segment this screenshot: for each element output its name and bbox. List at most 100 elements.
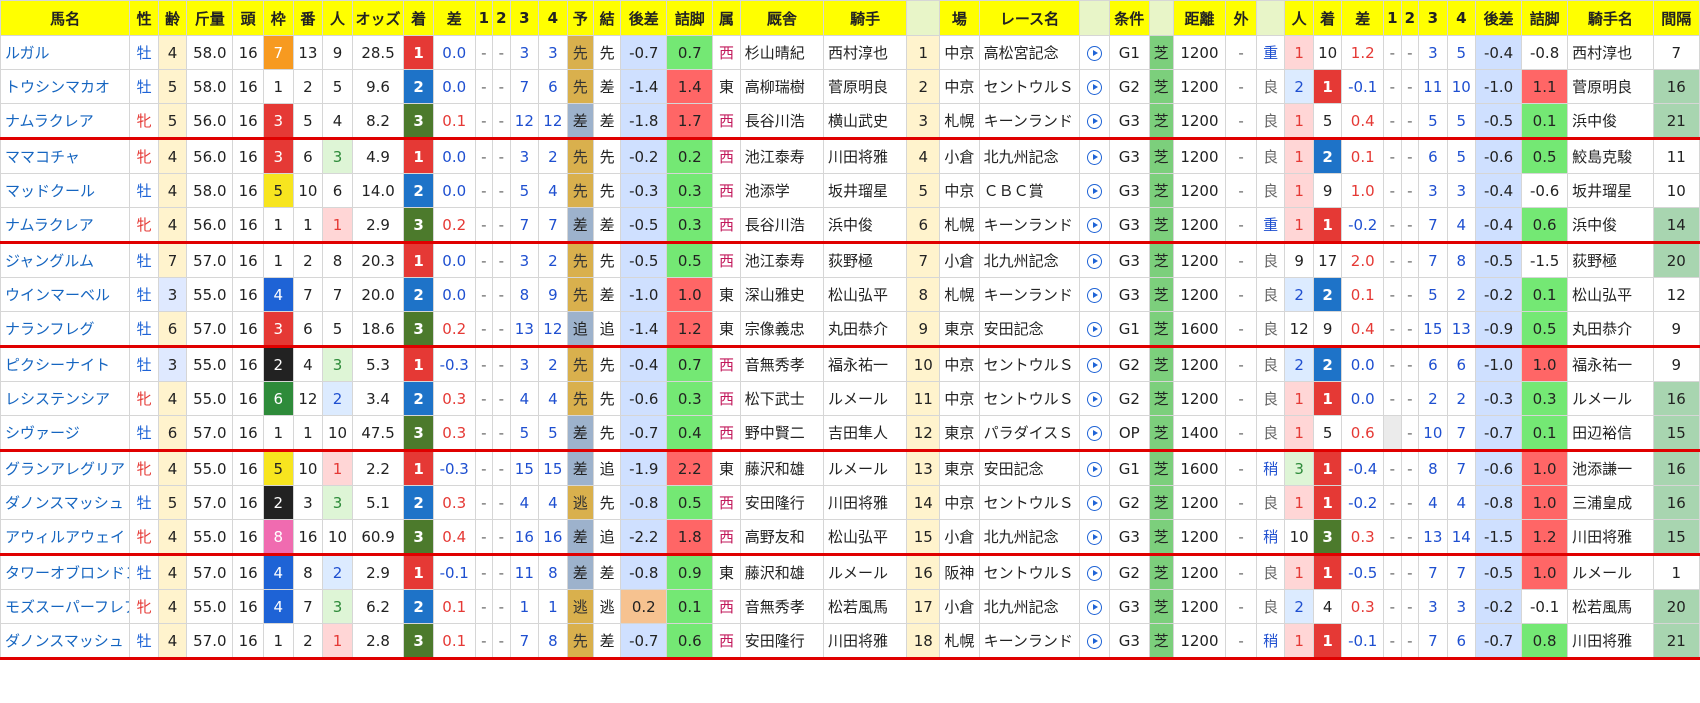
table-row[interactable]: シヴァージ牡 6 57.0 16 1 1 10 47.5 3 0.3- -5 5 差先 -0.7 0.4 西野… — [0, 415, 1700, 452]
col-header-jockey[interactable]: 騎手 — [823, 0, 908, 36]
table-row[interactable]: ナランフレグ牡 6 57.0 16 3 6 5 18.6 3 0.2- -13 12 追追 -1.4 1.2… — [0, 311, 1700, 348]
table-row[interactable]: ダノンスマッシュ牡 4 57.0 16 1 2 1 2.8 3 0.1- -7 8 先差 -0.7 0.6 西… — [0, 623, 1700, 660]
col-header-prev-diff[interactable]: 差 — [1341, 0, 1385, 36]
col-header-number[interactable]: 番 — [292, 0, 324, 36]
video-play-icon[interactable] — [1079, 138, 1111, 174]
video-play-icon[interactable] — [1079, 519, 1111, 556]
col-header-weight[interactable]: 斤量 — [186, 0, 234, 36]
video-play-icon[interactable] — [1079, 277, 1111, 312]
col-header-outside[interactable]: 外 — [1225, 0, 1257, 36]
horse-name-link[interactable]: ジャングルム — [0, 242, 131, 278]
horse-name-link[interactable]: モズスーパーフレア — [0, 589, 131, 624]
table-row[interactable]: ウインマーベル牡 3 55.0 16 4 7 7 20.0 2 0.0- -8 9 先差 -1.0 1.0 東… — [0, 277, 1700, 312]
col-header-c2[interactable]: 2 — [492, 0, 511, 36]
col-header-name[interactable]: 馬名 — [0, 0, 131, 36]
video-play-icon[interactable] — [1079, 103, 1111, 140]
col-header-prev-back-diff[interactable]: 後差 — [1475, 0, 1523, 36]
table-row[interactable]: アウィルアウェイ牝 4 55.0 16 8 16 10 60.9 3 0.4- -16 16 差追 -2.… — [0, 519, 1700, 556]
col-header-heads[interactable]: 頭 — [232, 0, 265, 36]
col-header-c1[interactable]: 1 — [474, 0, 494, 36]
table-row[interactable]: ルガル牡 4 58.0 16 7 13 9 28.5 1 0.0- -3 3 先先 -0.7 0.7 西杉山晴… — [0, 35, 1700, 70]
horse-name-link[interactable]: ナムラクレア — [0, 103, 131, 140]
table-row[interactable]: ナムラクレア牝 4 56.0 16 1 1 1 2.9 3 0.2- -7 7 差差 -0.5 0.3 西長谷… — [0, 207, 1700, 244]
col-header-c3[interactable]: 3 — [509, 0, 540, 36]
video-play-icon[interactable] — [1079, 623, 1111, 660]
col-header-prev-c4[interactable]: 4 — [1446, 0, 1477, 36]
table-row[interactable]: トウシンマカオ牡 5 58.0 16 1 2 5 9.6 2 0.0- -7 6 先差 -1.4 1.4 東高… — [0, 69, 1700, 104]
col-header-popularity[interactable]: 人 — [322, 0, 353, 36]
col-header-condition[interactable]: 条件 — [1109, 0, 1150, 36]
table-row[interactable]: ジャングルム牡 7 57.0 16 1 2 8 20.3 1 0.0- -3 2 先先 -0.5 0.5 西池… — [0, 242, 1700, 278]
table-row[interactable]: グランアレグリア牝 4 55.0 16 5 10 1 2.2 1 -0.3- -15 15 差追 -1.9… — [0, 450, 1700, 486]
horse-name-link[interactable]: アウィルアウェイ — [0, 519, 131, 556]
video-play-icon[interactable] — [1079, 311, 1111, 348]
horse-name-link[interactable]: マッドクール — [0, 173, 131, 208]
col-header-distance[interactable]: 距離 — [1172, 0, 1227, 36]
horse-name-link[interactable]: ナムラクレア — [0, 207, 131, 244]
video-play-icon[interactable] — [1079, 415, 1111, 452]
horse-name-link[interactable]: トウシンマカオ — [0, 69, 131, 104]
race-name-cell[interactable]: キーンランド — [978, 277, 1081, 312]
col-header-prev-c2[interactable]: 2 — [1400, 0, 1420, 36]
col-header-age[interactable]: 齢 — [157, 0, 188, 36]
video-play-icon[interactable] — [1079, 346, 1111, 382]
table-row[interactable]: ママコチャ牝 4 56.0 16 3 6 3 4.9 1 0.0- -3 2 先先 -0.2 0.2 西池江泰… — [0, 138, 1700, 174]
col-header-prev-jockey[interactable]: 騎手名 — [1567, 0, 1654, 36]
col-header-race-name[interactable]: レース名 — [978, 0, 1081, 36]
col-header-prev-popularity[interactable]: 人 — [1284, 0, 1314, 36]
race-name-cell[interactable]: ＣＢＣ賞 — [978, 173, 1081, 208]
race-name-cell[interactable]: セントウルＳ — [978, 554, 1081, 590]
col-header-diff[interactable]: 差 — [432, 0, 476, 36]
race-name-cell[interactable]: セントウルＳ — [978, 346, 1081, 382]
race-name-cell[interactable]: 北九州記念 — [978, 138, 1081, 174]
horse-name-link[interactable]: ママコチャ — [0, 138, 131, 174]
horse-name-link[interactable]: レシステンシア — [0, 381, 131, 416]
horse-name-link[interactable]: タワーオブロンドン — [0, 554, 131, 590]
horse-name-link[interactable]: ダノンスマッシュ — [0, 485, 131, 520]
video-play-icon[interactable] — [1079, 485, 1111, 520]
col-header-prev-position[interactable]: 着 — [1312, 0, 1343, 36]
table-row[interactable]: タワーオブロンドン牡 4 57.0 16 4 8 2 2.9 1 -0.1- -11 8 差差 -0.8 0… — [0, 554, 1700, 590]
race-name-cell[interactable]: 北九州記念 — [978, 242, 1081, 278]
col-header-prev-c1[interactable]: 1 — [1383, 0, 1402, 36]
col-header-back-diff[interactable]: 後差 — [620, 0, 668, 36]
horse-name-link[interactable]: ピクシーナイト — [0, 346, 131, 382]
video-play-icon[interactable] — [1079, 69, 1111, 104]
horse-name-link[interactable]: ダノンスマッシュ — [0, 623, 131, 660]
col-header-prev-finish-leg[interactable]: 詰脚 — [1521, 0, 1569, 36]
race-name-cell[interactable]: キーンランド — [978, 623, 1081, 660]
video-play-icon[interactable] — [1079, 35, 1111, 70]
col-header-prev-c3[interactable]: 3 — [1418, 0, 1448, 36]
video-play-icon[interactable] — [1079, 554, 1111, 590]
horse-name-link[interactable]: ルガル — [0, 35, 131, 70]
horse-name-link[interactable]: ウインマーベル — [0, 277, 131, 312]
col-header-interval[interactable]: 間隔 — [1652, 0, 1700, 36]
video-play-icon[interactable] — [1079, 589, 1111, 624]
race-name-cell[interactable]: 北九州記念 — [978, 519, 1081, 556]
col-header-waku[interactable]: 枠 — [263, 0, 294, 36]
col-header-result[interactable]: 結 — [592, 0, 622, 36]
table-row[interactable]: ピクシーナイト牡 3 55.0 16 2 4 3 5.3 1 -0.3- -3 2 先先 -0.4 0.7 西… — [0, 346, 1700, 382]
col-header-odds[interactable]: オッズ — [351, 0, 405, 36]
col-header-c4[interactable]: 4 — [538, 0, 568, 36]
col-header-stable[interactable]: 厩舎 — [739, 0, 825, 36]
race-name-cell[interactable]: キーンランド — [978, 103, 1081, 140]
col-header-affiliation[interactable]: 属 — [712, 0, 741, 36]
video-play-icon[interactable] — [1079, 381, 1111, 416]
col-header-prediction[interactable]: 予 — [566, 0, 594, 36]
col-header-position[interactable]: 着 — [403, 0, 434, 36]
race-name-cell[interactable]: 安田記念 — [978, 450, 1081, 486]
race-name-cell[interactable]: キーンランド — [978, 207, 1081, 244]
table-row[interactable]: レシステンシア牝 4 55.0 16 6 12 2 3.4 2 0.3- -4 4 先先 -0.6 0.3 西… — [0, 381, 1700, 416]
video-play-icon[interactable] — [1079, 173, 1111, 208]
col-header-finish-leg[interactable]: 詰脚 — [666, 0, 714, 36]
table-row[interactable]: ナムラクレア牝 5 56.0 16 3 5 4 8.2 3 0.1- -12 12 差差 -1.8 1.7 西… — [0, 103, 1700, 140]
video-play-icon[interactable] — [1079, 207, 1111, 244]
horse-name-link[interactable]: シヴァージ — [0, 415, 131, 452]
race-name-cell[interactable]: パラダイスＳ — [978, 415, 1081, 452]
col-header-track[interactable]: 場 — [939, 0, 980, 36]
race-name-cell[interactable]: 安田記念 — [978, 311, 1081, 348]
race-name-cell[interactable]: セントウルＳ — [978, 69, 1081, 104]
race-name-cell[interactable]: セントウルＳ — [978, 381, 1081, 416]
table-row[interactable]: マッドクール牡 4 58.0 16 5 10 6 14.0 2 0.0- -5 4 先先 -0.3 0.3 西… — [0, 173, 1700, 208]
